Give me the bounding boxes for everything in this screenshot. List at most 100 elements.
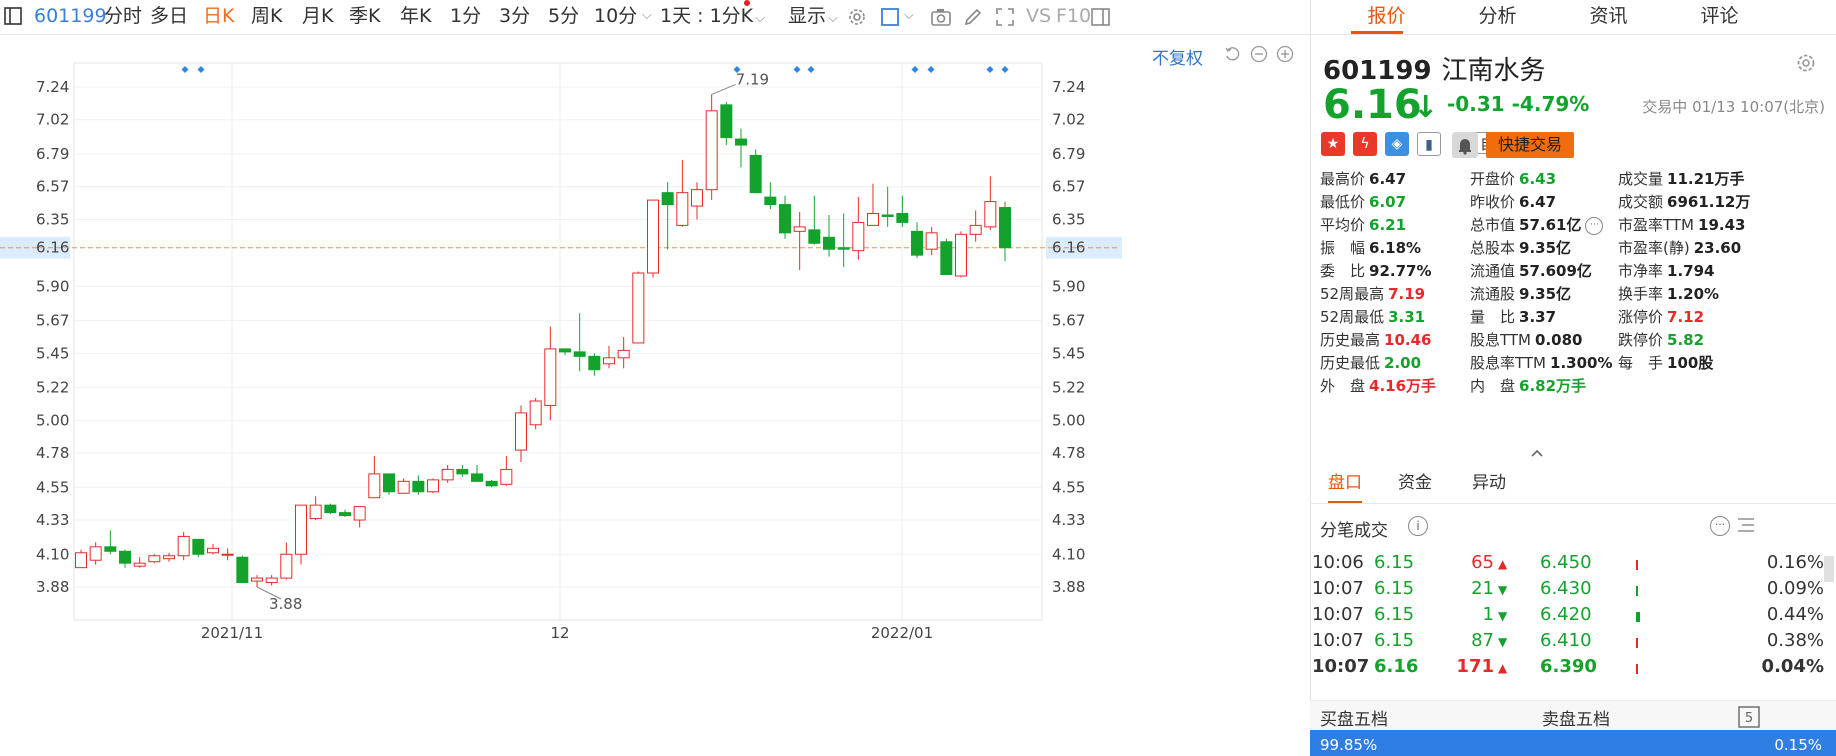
candle-body bbox=[881, 214, 894, 217]
buy-five-label: 买盘五档 bbox=[1320, 710, 1388, 730]
level-price: 6.410 bbox=[1540, 630, 1592, 651]
period-6[interactable]: 年K bbox=[400, 0, 431, 34]
sidebar-toggle-icon[interactable] bbox=[4, 7, 22, 25]
notify-dot bbox=[744, 0, 750, 6]
pencil-icon[interactable] bbox=[962, 6, 984, 28]
candle-body bbox=[265, 577, 278, 584]
display-menu[interactable]: 显示 ⌵ bbox=[788, 0, 838, 34]
candle-body bbox=[353, 506, 366, 521]
subtab-2[interactable]: 异动 bbox=[1472, 466, 1506, 500]
tick-volume: 65 bbox=[1471, 552, 1494, 573]
scrollbar[interactable] bbox=[1824, 556, 1834, 582]
chevron-down-icon[interactable]: ⌵ bbox=[642, 8, 652, 23]
y-tick-label-left: 4.55 bbox=[36, 478, 69, 496]
event-marker-icon bbox=[986, 66, 994, 73]
zoom-out-icon[interactable] bbox=[1250, 45, 1268, 63]
candle-body bbox=[617, 349, 630, 359]
stat-0-0: 最高价 6.47 bbox=[1320, 168, 1406, 190]
panel-toggle-icon[interactable] bbox=[1090, 6, 1112, 28]
candle-body bbox=[867, 212, 879, 226]
adjust-mode-button[interactable]: 不复权 bbox=[1152, 44, 1203, 69]
sell-ratio: 0.15% bbox=[1774, 736, 1822, 754]
stat-value: 57.609亿 bbox=[1519, 262, 1592, 280]
zoom-in-icon[interactable] bbox=[1276, 45, 1294, 63]
event-marker-icon bbox=[807, 66, 815, 73]
stat-label: 换手率 bbox=[1618, 285, 1664, 303]
subtab-1[interactable]: 资金 bbox=[1398, 466, 1432, 500]
candle-body bbox=[603, 357, 615, 365]
event-marker-icon bbox=[793, 66, 801, 73]
candle-body bbox=[383, 473, 395, 493]
reset-icon[interactable] bbox=[1224, 45, 1242, 63]
period-5[interactable]: 季K bbox=[349, 0, 380, 34]
stat-value: 7.19 bbox=[1388, 285, 1426, 303]
period-8[interactable]: 3分 bbox=[499, 0, 530, 34]
vs-button[interactable]: VS bbox=[1026, 0, 1051, 34]
stat-label: 跌停价 bbox=[1618, 331, 1664, 349]
stat-value: 1.300% bbox=[1550, 354, 1613, 372]
stat-value: 100股 bbox=[1667, 354, 1714, 372]
period-4[interactable]: 月K bbox=[302, 0, 333, 34]
stat-1-2: 成交额 6961.12万 bbox=[1618, 191, 1750, 213]
period-1[interactable]: 多日 bbox=[150, 0, 188, 34]
stat-7-1: 股息TTM 0.080 bbox=[1470, 329, 1582, 351]
candle-body bbox=[852, 221, 865, 252]
candle-body bbox=[793, 226, 806, 232]
period-3[interactable]: 周K bbox=[251, 0, 282, 34]
stat-6-0: 52周最低 3.31 bbox=[1320, 306, 1425, 328]
tick-price: 6.15 bbox=[1374, 552, 1415, 573]
stat-label: 流通值 bbox=[1470, 262, 1516, 280]
stat-label: 股息率TTM bbox=[1470, 354, 1547, 372]
stat-label: 52周最低 bbox=[1320, 308, 1385, 326]
high-leader bbox=[711, 83, 736, 95]
stat-value: 6.82万手 bbox=[1519, 377, 1587, 395]
tick-volume: 171 bbox=[1456, 656, 1494, 677]
period-10[interactable]: 10分 bbox=[594, 0, 637, 34]
stat-7-2: 跌停价 5.82 bbox=[1618, 329, 1704, 351]
panel-content: 最高价 6.47 开盘价 6.43 成交量 11.21万手 最低价 6.07 昨收价 6.47 成交… bbox=[1310, 0, 1836, 756]
period-0[interactable]: 分时 bbox=[104, 0, 142, 34]
candle-body bbox=[661, 192, 674, 206]
indicator-box-icon[interactable] bbox=[880, 6, 902, 28]
candle-body bbox=[588, 355, 601, 371]
y-tick-label-right: 6.35 bbox=[1052, 210, 1085, 228]
more-icon[interactable]: ··· bbox=[1585, 216, 1604, 235]
candle-body bbox=[207, 547, 219, 554]
range-selector[interactable]: 1天 : 1分K ⌵ bbox=[660, 0, 765, 34]
high-label: 7.19 bbox=[736, 70, 769, 88]
more-icon[interactable]: ··· bbox=[1710, 516, 1730, 536]
f10-button[interactable]: F10 bbox=[1056, 0, 1091, 34]
stat-value: 6961.12万 bbox=[1667, 193, 1751, 211]
period-7[interactable]: 1分 bbox=[450, 0, 481, 34]
period-9[interactable]: 5分 bbox=[548, 0, 579, 34]
stat-value: 6.47 bbox=[1519, 193, 1557, 211]
stat-label: 成交量 bbox=[1618, 170, 1664, 188]
stat-value: 4.16万手 bbox=[1369, 377, 1437, 395]
stat-label: 外 盘 bbox=[1320, 377, 1366, 395]
info-icon[interactable]: i bbox=[1408, 516, 1428, 536]
kline-chart[interactable]: 7.24 7.24 7.02 7.02 6.79 6.79 6.57 6.57 6.35 6.35… bbox=[0, 34, 1310, 756]
settings-icon[interactable] bbox=[846, 6, 868, 28]
candle-body bbox=[221, 553, 234, 556]
collapse-chevron-icon[interactable] bbox=[1530, 448, 1544, 458]
stat-value: 9.35亿 bbox=[1519, 239, 1572, 257]
stat-3-1: 总股本 9.35亿 bbox=[1470, 237, 1571, 259]
stat-label: 最低价 bbox=[1320, 193, 1366, 211]
fullscreen-icon[interactable] bbox=[994, 6, 1016, 28]
toolbar-stock-code[interactable]: 601199 bbox=[34, 0, 107, 34]
stat-0-1: 开盘价 6.43 bbox=[1470, 168, 1556, 190]
y-tick-label-left: 4.78 bbox=[36, 444, 69, 462]
tick-row: 10:07 6.15 21 ▼ 6.430 0.09% bbox=[1310, 578, 1836, 606]
chevron-down-icon[interactable]: ⌵ bbox=[904, 8, 914, 23]
candle-body bbox=[559, 348, 571, 353]
subtab-0[interactable]: 盘口 bbox=[1328, 466, 1362, 500]
camera-icon[interactable] bbox=[930, 6, 952, 28]
tick-volume: 87 bbox=[1471, 630, 1494, 651]
period-2[interactable]: 日K bbox=[203, 0, 234, 34]
list-icon[interactable] bbox=[1736, 516, 1756, 534]
pin-icon[interactable]: 5 bbox=[1738, 706, 1760, 728]
triangle-up-icon: ▲ bbox=[1498, 661, 1508, 675]
candle-body bbox=[397, 480, 410, 494]
buy-sell-ratio-bar: 99.85% 0.15% bbox=[1310, 730, 1836, 756]
candle-body bbox=[75, 552, 87, 569]
